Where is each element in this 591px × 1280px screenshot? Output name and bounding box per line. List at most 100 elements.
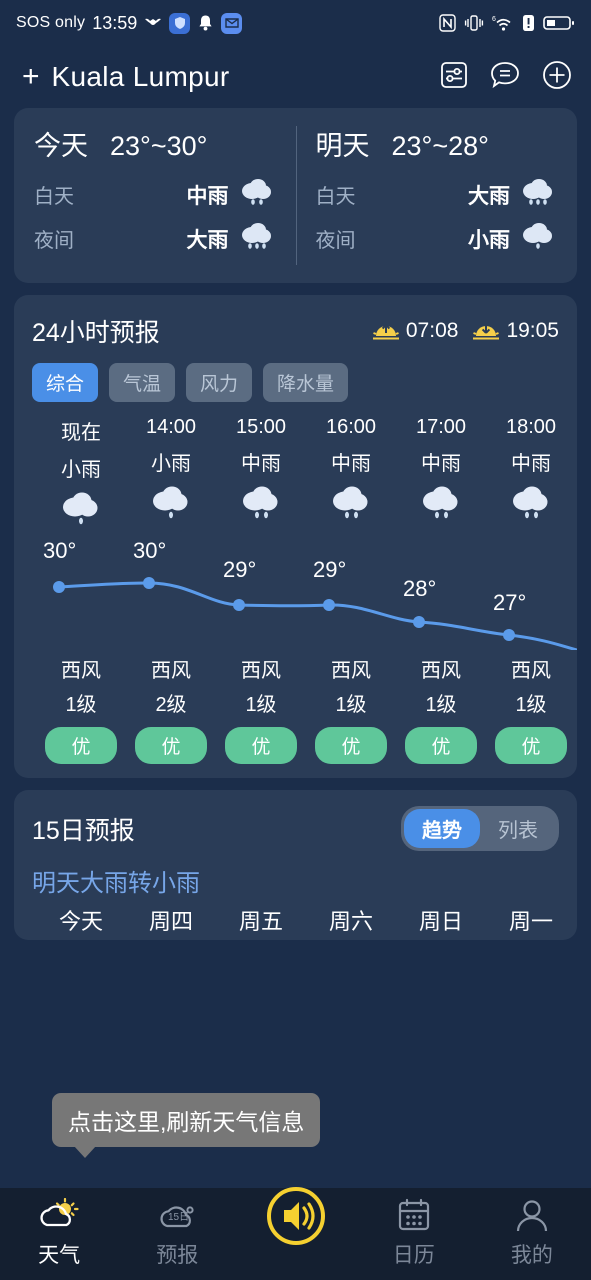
refresh-tooltip[interactable]: 点击这里,刷新天气信息 xyxy=(52,1093,321,1158)
person-icon xyxy=(512,1196,552,1236)
wind-aqi-columns: 西风 1级 优 西风 2级 优 西风 1级 优 西风 1级 优 西风 1级 优 … xyxy=(14,654,577,764)
svg-text:6: 6 xyxy=(492,16,496,23)
wind-level: 1级 xyxy=(335,694,367,716)
app-header: + Kuala Lumpur xyxy=(0,46,591,108)
day-date: 12/16 xyxy=(325,938,378,940)
tomorrow-night-label: 夜间 xyxy=(315,230,356,252)
day-column[interactable]: 周六 12/16 中雨 xyxy=(306,904,396,940)
hourly-forecast-card: 24小时预报 07:08 19:05 综合 气温 风力 降水量 现在 小雨 14… xyxy=(14,295,577,778)
day-date: 12/17 xyxy=(415,938,468,940)
speaker-icon[interactable] xyxy=(264,1187,328,1245)
sun-times: 07:08 19:05 xyxy=(372,319,559,343)
hour-column[interactable]: 14:00 小雨 xyxy=(126,416,216,530)
hour-condition: 中雨 xyxy=(511,453,551,475)
hourly-header: 24小时预报 07:08 19:05 xyxy=(14,313,577,349)
temp-label: 30° xyxy=(133,538,167,563)
wind-level: 1级 xyxy=(245,694,277,716)
today-day-condition: 中雨 xyxy=(186,184,229,208)
wind-direction: 西风 xyxy=(61,660,101,682)
rain-cloud-icon xyxy=(418,482,464,524)
hour-condition: 中雨 xyxy=(331,453,371,475)
add-city-plus[interactable]: + xyxy=(22,62,40,92)
clock-label: 13:59 xyxy=(92,12,138,33)
tab-comprehensive[interactable]: 综合 xyxy=(32,363,99,402)
sunset-time: 19:05 xyxy=(506,319,559,342)
today-tomorrow-card[interactable]: 今天 23°~30° 白天 中雨 夜间 大雨 明天 23°~28° 白天 大雨 … xyxy=(14,108,577,283)
hour-column[interactable]: 17:00 中雨 xyxy=(396,416,486,530)
rain-cloud-icon xyxy=(519,177,557,212)
vibrate-icon xyxy=(464,15,484,31)
aqi-badge: 优 xyxy=(135,727,207,764)
sunset-item: 19:05 xyxy=(472,319,559,343)
toggle-list[interactable]: 列表 xyxy=(480,809,556,848)
day-column[interactable]: 周日 12/17 中雨 xyxy=(396,904,486,940)
wind-direction: 西风 xyxy=(511,660,551,682)
daily-header: 15日预报 趋势 列表 xyxy=(14,806,577,851)
nav-item-weather[interactable]: 天气 xyxy=(0,1196,118,1269)
hour-column[interactable]: 现在 小雨 xyxy=(36,416,126,530)
daily-summary: 明天大雨转小雨 xyxy=(32,870,200,897)
rain-cloud-icon xyxy=(519,221,557,256)
day-column[interactable]: 今天 12/13 中雨 xyxy=(36,904,126,940)
wind-direction: 西风 xyxy=(151,660,191,682)
tomorrow-temp-range: 23°~28° xyxy=(391,131,489,161)
daily-view-toggle: 趋势 列表 xyxy=(401,806,559,851)
day-column[interactable]: 周四 12/14 大雨 xyxy=(126,904,216,940)
mail-icon xyxy=(221,12,243,34)
today-header: 今天 23°~30° xyxy=(34,124,276,163)
day-weekday: 周五 xyxy=(238,909,283,934)
day-weekday: 周六 xyxy=(328,909,373,934)
shield-icon xyxy=(169,12,191,34)
status-bar: SOS only 13:59 6 xyxy=(0,0,591,46)
hour-column[interactable]: 15:00 中雨 xyxy=(216,416,306,530)
svg-text:15日: 15日 xyxy=(168,1212,189,1223)
day-column[interactable]: 周五 12/15 大雨 xyxy=(216,904,306,940)
daily-columns[interactable]: 今天 12/13 中雨 周四 12/14 大雨 周五 12/15 大雨 周六 1… xyxy=(14,904,577,940)
hour-time: 16:00 xyxy=(325,416,377,438)
wind-direction: 西风 xyxy=(241,660,281,682)
nav-item-calendar[interactable]: 日历 xyxy=(355,1196,473,1269)
hour-column[interactable]: 16:00 中雨 xyxy=(306,416,396,530)
tomorrow-night-condition: 小雨 xyxy=(468,228,510,252)
wifi-icon: 6 xyxy=(492,16,511,31)
rain-cloud-icon xyxy=(238,177,276,212)
hour-time: 15:00 xyxy=(235,416,287,438)
forecast-15d-icon: 15日 xyxy=(155,1196,199,1236)
page-title[interactable]: Kuala Lumpur xyxy=(52,61,230,93)
tomorrow-header: 明天 23°~28° xyxy=(316,124,558,163)
toggle-trend[interactable]: 趋势 xyxy=(404,809,480,848)
tab-temperature[interactable]: 气温 xyxy=(109,363,176,402)
day-weekday: 周日 xyxy=(418,909,463,934)
day-weekday: 周一 xyxy=(508,909,553,934)
day-column[interactable]: 周一 12/1 中雨 xyxy=(486,904,576,940)
hour-condition: 中雨 xyxy=(421,453,461,475)
tab-precipitation[interactable]: 降水量 xyxy=(263,363,349,402)
bell-icon xyxy=(199,15,212,31)
temp-label: 27° xyxy=(493,590,527,615)
rain-cloud-icon xyxy=(58,488,104,530)
wind-column: 西风 1级 优 xyxy=(216,654,306,764)
hour-condition: 中雨 xyxy=(241,453,281,475)
nav-item-forecast[interactable]: 15日 预报 xyxy=(118,1196,236,1269)
wind-column: 西风 1级 优 xyxy=(306,654,396,764)
rain-cloud-icon xyxy=(238,221,276,256)
sliders-icon[interactable] xyxy=(439,60,469,95)
nav-label-forecast: 预报 xyxy=(156,1244,199,1267)
hour-column[interactable]: 18:00 中雨 xyxy=(486,416,576,530)
rain-cloud-icon xyxy=(328,482,374,524)
hourly-columns[interactable]: 现在 小雨 14:00 小雨 15:00 中雨 16:00 中雨 17:00 中… xyxy=(14,402,577,530)
hourly-mode-tabs: 综合 气温 风力 降水量 xyxy=(14,349,577,402)
nav-label-calendar: 日历 xyxy=(392,1244,435,1267)
nav-item-speaker[interactable] xyxy=(236,1187,354,1245)
aqi-badge: 优 xyxy=(45,727,117,764)
plus-circle-icon[interactable] xyxy=(541,59,573,96)
day-date: 12/14 xyxy=(145,938,198,940)
tomorrow-night-row: 夜间 小雨 xyxy=(316,221,558,256)
status-bar-left: SOS only 13:59 xyxy=(16,12,243,34)
today-label: 今天 xyxy=(34,131,88,161)
today-night-row: 夜间 大雨 xyxy=(34,221,276,256)
chat-icon[interactable] xyxy=(489,60,521,95)
wind-column: 西风 1级 优 xyxy=(36,654,126,764)
nav-item-profile[interactable]: 我的 xyxy=(473,1196,591,1269)
tab-wind[interactable]: 风力 xyxy=(186,363,253,402)
